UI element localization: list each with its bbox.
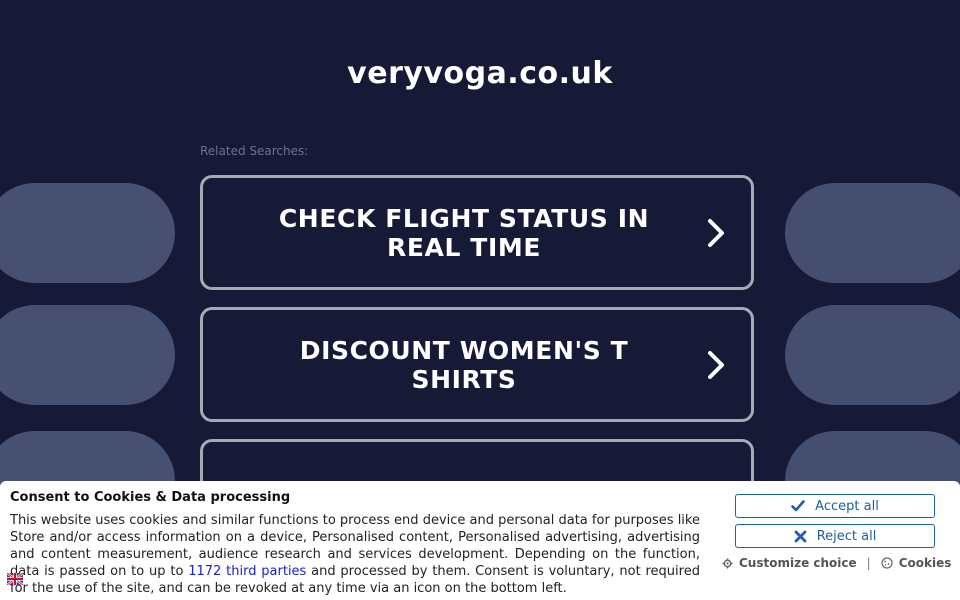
consent-links: Customize choice | Cookies: [722, 556, 951, 570]
consent-text: This website uses cookies and similar fu…: [10, 512, 700, 597]
customize-choice-label: Customize choice: [739, 556, 857, 570]
search-result-button-2[interactable]: DISCOUNT WOMEN'S T SHIRTS: [200, 307, 754, 422]
reject-all-button[interactable]: Reject all: [735, 524, 935, 548]
decorative-pill: [0, 183, 175, 283]
cookies-link[interactable]: Cookies: [881, 556, 952, 570]
third-parties-link[interactable]: 1172 third parties: [188, 564, 306, 579]
decorative-pill: [0, 305, 175, 405]
customize-choice-link[interactable]: Customize choice: [722, 556, 857, 570]
close-icon: [794, 530, 807, 543]
decorative-pill: [785, 183, 960, 283]
cookies-label: Cookies: [898, 556, 952, 570]
search-result-label: CHECK FLIGHT STATUS IN REAL TIME: [278, 203, 650, 262]
parked-domain-page: veryvoga.co.uk Related Searches: CHECK F…: [0, 0, 960, 600]
cookie-icon: [881, 557, 893, 569]
uk-flag-icon[interactable]: [6, 570, 24, 586]
accept-all-button[interactable]: Accept all: [735, 494, 935, 518]
checkmark-icon: [791, 500, 805, 512]
site-title: veryvoga.co.uk: [347, 56, 613, 91]
link-separator: |: [866, 556, 871, 570]
chevron-right-icon: [703, 350, 729, 380]
consent-title: Consent to Cookies & Data processing: [10, 490, 291, 505]
accept-all-label: Accept all: [815, 498, 879, 514]
cookie-consent-banner: Consent to Cookies & Data processing Thi…: [0, 481, 960, 600]
related-searches-label: Related Searches:: [200, 144, 309, 158]
chevron-right-icon: [703, 218, 729, 248]
search-result-button-1[interactable]: CHECK FLIGHT STATUS IN REAL TIME: [200, 175, 754, 290]
gear-icon: [722, 557, 733, 569]
decorative-pill: [785, 305, 960, 405]
reject-all-label: Reject all: [816, 528, 877, 544]
search-result-label: DISCOUNT WOMEN'S T SHIRTS: [299, 335, 629, 394]
